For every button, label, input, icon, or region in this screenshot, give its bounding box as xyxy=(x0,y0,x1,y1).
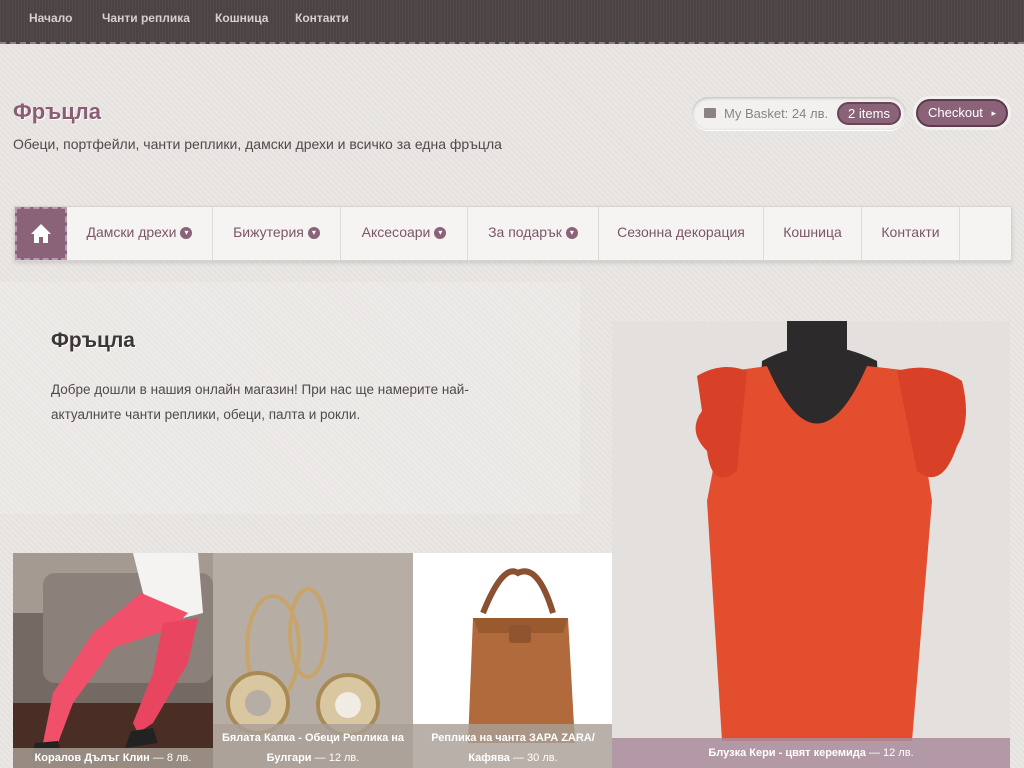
product-name: Бялата Капка - Обеци Реплика на Булгари xyxy=(221,732,405,764)
product-tile-blouse[interactable]: Блузка Кери - цвят керемида — 12 лв. xyxy=(612,321,1010,768)
nav-item-contacts[interactable]: Контакти xyxy=(862,207,960,260)
top-bar: Начало Чанти реплика Кошница Контакти xyxy=(0,0,1024,44)
main-nav: Дамски дрехи ▾ Бижутерия ▾ Аксесоари ▾ За п… xyxy=(14,206,1012,261)
nav-item-womens-clothing[interactable]: Дамски дрехи ▾ xyxy=(67,207,213,260)
product-caption[interactable]: Реплика на чанта ЗАРА ZARA/ Кафява — 30 … xyxy=(413,724,613,768)
home-button[interactable] xyxy=(15,207,67,260)
basket-summary[interactable]: My Basket: 24 лв. 2 items xyxy=(692,97,906,130)
nav-item-label: Сезонна декорация xyxy=(617,224,745,240)
basket-icon xyxy=(704,108,716,118)
chevron-down-icon: ▾ xyxy=(180,227,193,240)
nav-item-label: Кошница xyxy=(783,224,842,240)
product-tile-earrings[interactable]: Бялата Капка - Обеци Реплика на Булгари … xyxy=(213,553,413,768)
product-tile-leggings[interactable]: Коралов Дълъг Клин — 8 лв. xyxy=(13,553,213,768)
site-tagline: Обеци, портфейли, чанти реплики, дамски … xyxy=(13,136,502,152)
nav-item-label: Аксесоари xyxy=(361,224,431,240)
product-price: — 30 лв. xyxy=(513,752,558,764)
nav-item-label: Бижутерия xyxy=(233,224,304,240)
nav-item-jewelry[interactable]: Бижутерия ▾ xyxy=(213,207,341,260)
top-link-cart[interactable]: Кошница xyxy=(215,11,268,25)
checkout-button[interactable]: Checkout ▸ xyxy=(916,99,1008,127)
basket-items-count[interactable]: 2 items xyxy=(837,102,901,125)
product-image-leggings xyxy=(13,553,213,768)
chevron-down-icon: ▾ xyxy=(565,227,578,240)
basket-total: My Basket: 24 лв. xyxy=(724,106,829,121)
product-name: Коралов Дълъг Клин xyxy=(34,752,150,764)
product-price: — 12 лв. xyxy=(868,747,914,759)
product-tile-bag[interactable]: Реплика на чанта ЗАРА ZARA/ Кафява — 30 … xyxy=(413,553,613,768)
nav-item-label: За подарък xyxy=(488,224,562,240)
top-link-contacts[interactable]: Контакти xyxy=(295,11,349,25)
chevron-down-icon: ▾ xyxy=(434,227,447,240)
nav-item-accessories[interactable]: Аксесоари ▾ xyxy=(341,207,468,260)
top-link-home[interactable]: Начало xyxy=(29,11,72,25)
product-image-blouse xyxy=(612,321,1010,768)
product-name: Блузка Кери - цвят керемида xyxy=(708,747,866,759)
product-price: — 8 лв. xyxy=(152,752,192,764)
home-icon xyxy=(31,224,51,243)
product-caption[interactable]: Бялата Капка - Обеци Реплика на Булгари … xyxy=(213,724,413,768)
nav-item-cart[interactable]: Кошница xyxy=(764,207,862,260)
nav-item-label: Дамски дрехи xyxy=(86,224,177,240)
product-caption[interactable]: Коралов Дълъг Клин — 8 лв. xyxy=(13,748,213,768)
product-price: — 12 лв. xyxy=(314,752,360,764)
welcome-text: Добре дошли в нашия онлайн магазин! При … xyxy=(51,382,469,422)
site-title[interactable]: Фръцла xyxy=(13,99,101,125)
nav-item-gifts[interactable]: За подарък ▾ xyxy=(468,207,599,260)
chevron-down-icon: ▾ xyxy=(307,227,320,240)
checkout-label: Checkout xyxy=(928,105,983,120)
arrow-right-icon: ▸ xyxy=(991,108,996,118)
top-link-bags[interactable]: Чанти реплика xyxy=(102,11,190,25)
welcome-title: Фръцла xyxy=(51,329,135,352)
nav-item-label: Контакти xyxy=(881,224,940,240)
nav-item-seasonal-decor[interactable]: Сезонна декорация xyxy=(599,207,764,260)
product-caption[interactable]: Блузка Кери - цвят керемида — 12 лв. xyxy=(612,738,1010,768)
